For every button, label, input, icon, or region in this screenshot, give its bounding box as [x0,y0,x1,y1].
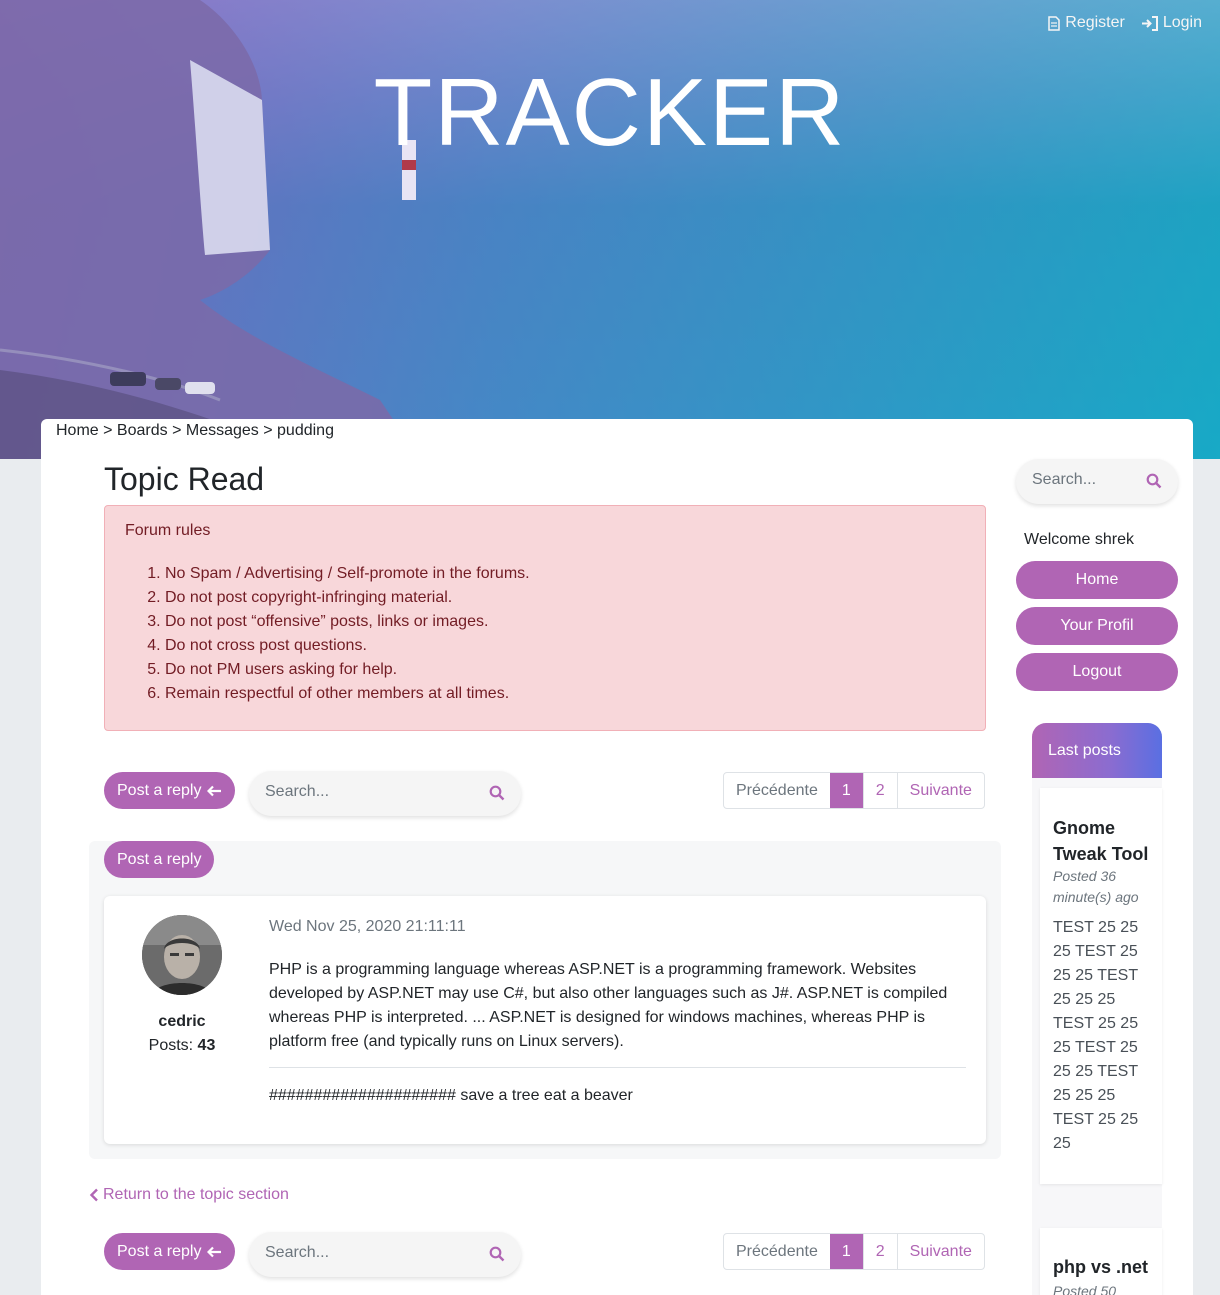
excerpt-line: 25 25 25 [1053,991,1116,1008]
breadcrumb-separator: > [167,422,186,439]
post-divider [269,1067,966,1068]
rule-item: Remain respectful of other members at al… [165,682,530,706]
sidebar-search-input[interactable] [1032,471,1132,489]
excerpt-line: 25 TEST 25 [1053,1039,1138,1056]
search-icon[interactable] [489,1246,505,1262]
excerpt-line: 25 25 TEST [1053,1063,1139,1080]
post-body: PHP is a programming language whereas AS… [269,961,948,1050]
hero-banner: TRACKER Register Login [0,0,1220,459]
search-icon[interactable] [489,785,505,801]
chevron-left-icon [89,1188,98,1202]
breadcrumb-home[interactable]: Home [56,422,99,439]
post-reply-label: Post a reply [117,781,202,799]
post-container: Post a reply cedric Posts: 43 Wed Nov 25… [89,841,1001,1159]
pagination-page-2[interactable]: 2 [862,1234,897,1269]
topic-search-input-top[interactable] [265,783,465,801]
forum-rules-alert: Forum rules No Spam / Advertising / Self… [104,505,986,731]
excerpt-line: TEST 25 25 [1053,919,1139,936]
forum-rules-title: Forum rules [125,522,211,539]
post-signature: ##################### save a tree eat a … [269,1087,633,1104]
sidebar-profile-button[interactable]: Your Profil [1016,607,1178,645]
post-reply-button-top[interactable]: Post a reply [104,772,236,809]
pagination-prev[interactable]: Précédente [724,773,830,808]
top-links: Register Login [1048,14,1202,32]
login-label: Login [1162,14,1202,31]
welcome-text: Welcome shrek [1024,531,1134,548]
avatar[interactable] [142,915,222,995]
post-author-count: Posts: 43 [104,1037,260,1055]
last-post-title-line: php vs .net [1053,1257,1149,1277]
rule-item: No Spam / Advertising / Self-promote in … [165,562,530,586]
post-reply-label: Post a reply [117,850,202,868]
login-link[interactable]: Login [1141,14,1202,32]
forum-rules-list: No Spam / Advertising / Self-promote in … [165,562,530,706]
last-post-card[interactable]: Gnome Tweak Tool Posted 36 minute(s) ago… [1040,788,1162,1184]
breadcrumb-current: pudding [277,422,334,439]
search-icon[interactable] [1146,473,1162,489]
last-post-meta-line: minute(s) ago [1053,889,1139,905]
excerpt-line: TEST 25 25 [1053,1111,1139,1128]
excerpt-line: TEST 25 25 [1053,1015,1139,1032]
topic-search-input-bottom[interactable] [265,1244,465,1262]
topic-search-box-bottom [249,1232,521,1277]
pagination-page-1[interactable]: 1 [829,1234,863,1269]
rule-item: Do not post copyright-infringing materia… [165,586,530,610]
page-title: Topic Read [104,461,265,497]
breadcrumb: Home > Boards > Messages > pudding [56,422,334,440]
breadcrumb-boards[interactable]: Boards [117,422,168,439]
last-post-meta: Posted 50 [1053,1281,1153,1295]
last-post-meta: Posted 36 minute(s) ago [1053,866,1153,908]
posts-count: 43 [197,1037,216,1054]
breadcrumb-separator: > [98,422,117,439]
rule-item: Do not PM users asking for help. [165,658,530,682]
sidebar-logout-button[interactable]: Logout [1016,653,1178,691]
breadcrumb-separator: > [258,422,278,439]
pagination-bottom: Précédente 1 2 Suivante [723,1233,985,1270]
user-avatar-image [142,915,222,995]
rule-item: Do not post “offensive” posts, links or … [165,610,530,634]
return-to-topic-label: Return to the topic section [103,1186,289,1203]
rule-item: Do not cross post questions. [165,634,530,658]
last-post-title[interactable]: Gnome Tweak Tool [1053,815,1148,867]
excerpt-line: 25 25 TEST [1053,967,1139,984]
excerpt-line: 25 TEST 25 [1053,943,1138,960]
arrow-left-icon [207,785,222,796]
register-link[interactable]: Register [1048,14,1125,32]
topic-search-box-top [249,771,521,816]
pagination-prev[interactable]: Précédente [724,1234,830,1269]
last-post-meta-line: Posted 36 [1053,868,1117,884]
post-reply-button-bottom[interactable]: Post a reply [104,1233,236,1270]
post-card: cedric Posts: 43 Wed Nov 25, 2020 21:11:… [104,896,986,1144]
arrow-left-icon [207,1246,222,1257]
excerpt-line: 25 [1053,1135,1071,1152]
pagination-top: Précédente 1 2 Suivante [723,772,985,809]
return-to-topic-link[interactable]: Return to the topic section [89,1186,289,1204]
register-label: Register [1065,14,1125,31]
last-post-card[interactable]: php vs .net Posted 50 [1040,1228,1162,1295]
pagination-next[interactable]: Suivante [896,1234,984,1269]
post-author[interactable]: cedric [104,1013,260,1031]
excerpt-line: 25 25 25 [1053,1087,1116,1104]
post-reply-label: Post a reply [117,1242,202,1260]
last-post-meta-line: Posted 50 [1053,1283,1117,1295]
last-post-title[interactable]: php vs .net [1053,1254,1148,1280]
breadcrumb-messages[interactable]: Messages [186,422,259,439]
pagination-page-1[interactable]: 1 [829,773,863,808]
sidebar-home-button[interactable]: Home [1016,561,1178,599]
last-posts-header: Last posts [1032,723,1162,778]
document-icon [1048,15,1061,31]
site-title: TRACKER [373,59,847,166]
pagination-next[interactable]: Suivante [896,773,984,808]
last-post-title-line: Tweak Tool [1053,844,1149,864]
pagination-page-2[interactable]: 2 [862,773,897,808]
post-date: Wed Nov 25, 2020 21:11:11 [269,918,466,935]
last-post-title-line: Gnome [1053,818,1116,838]
posts-label: Posts: [148,1037,198,1054]
sign-in-icon [1141,15,1158,31]
main-card: Home > Boards > Messages > pudding Topic… [41,419,1193,1295]
sidebar-search-box [1016,459,1178,504]
post-reply-button-inline[interactable]: Post a reply [104,841,215,878]
last-post-excerpt: TEST 25 25 25 TEST 25 25 25 TEST 25 25 2… [1053,916,1153,1156]
